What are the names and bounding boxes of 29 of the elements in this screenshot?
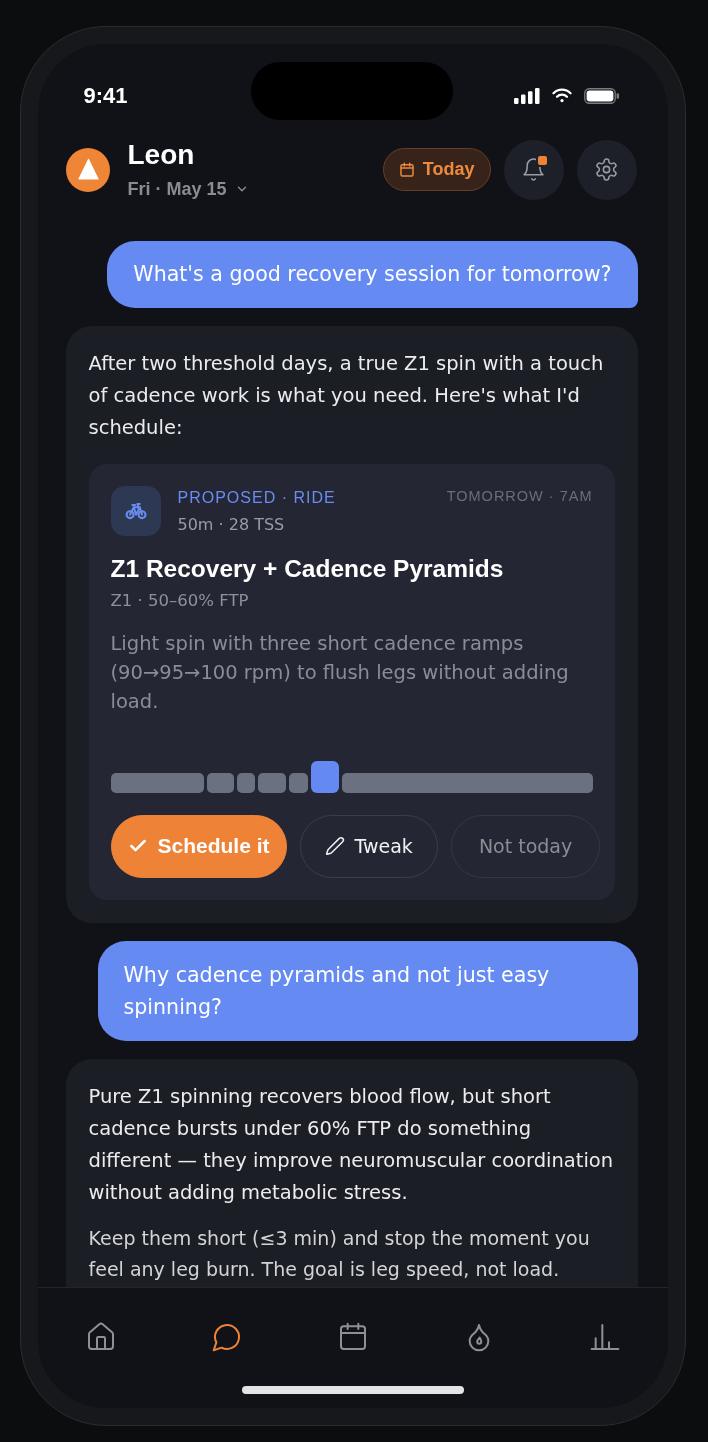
workout-description: Light spin with three short cadence ramps (90→95→100 rpm) to flush legs without adding load. [110,630,570,715]
battery-icon [583,87,620,104]
date-selector[interactable]: Fri · May 15 [127,176,249,201]
interval-segment [257,772,286,793]
pencil-icon [324,836,345,856]
today-button[interactable]: Today [382,148,491,191]
status-time: 9:41 [83,82,128,109]
message-text: After two threshold days, a true Z1 spin with a touch of cadence work is what you need. Here's what I'd schedule: [88,350,605,441]
workout-stats: 50m · 28 TSS [177,513,286,536]
wifi-icon [551,88,572,103]
signal-icon [513,87,540,104]
workout-zone: Z1 · 50–60% FTP [110,589,250,612]
message-text: Why cadence pyramids and not just easy spinning? [123,961,551,1021]
interval-segment [310,760,339,793]
user-name: Leon [127,138,196,171]
bicycle-icon [110,485,161,536]
calendar-icon [398,161,415,178]
bell-icon [521,157,546,182]
message-text: Pure Z1 spinning recovers blood flow, but short cadence bursts under 60% FTP do something different — they improve neuromuscular coordination without adding metabolic stress. [88,1083,615,1206]
message-text: What's a good recovery session for tomorrow? [133,260,612,288]
interval-segment [236,772,255,793]
workout-type-label: PROPOSED · RIDE [177,487,336,508]
message-text: Keep them short (≤3 min) and stop the moment you feel any leg burn. The goal is leg speed, not load. [88,1225,591,1282]
workout-time: TOMORROW · 7AM [446,486,593,506]
interval-segment [206,772,234,793]
avatar-icon [65,147,110,192]
workout-title: Z1 Recovery + Cadence Pyramids [110,553,505,584]
settings-icon [594,157,619,182]
interval-segment [288,772,308,793]
